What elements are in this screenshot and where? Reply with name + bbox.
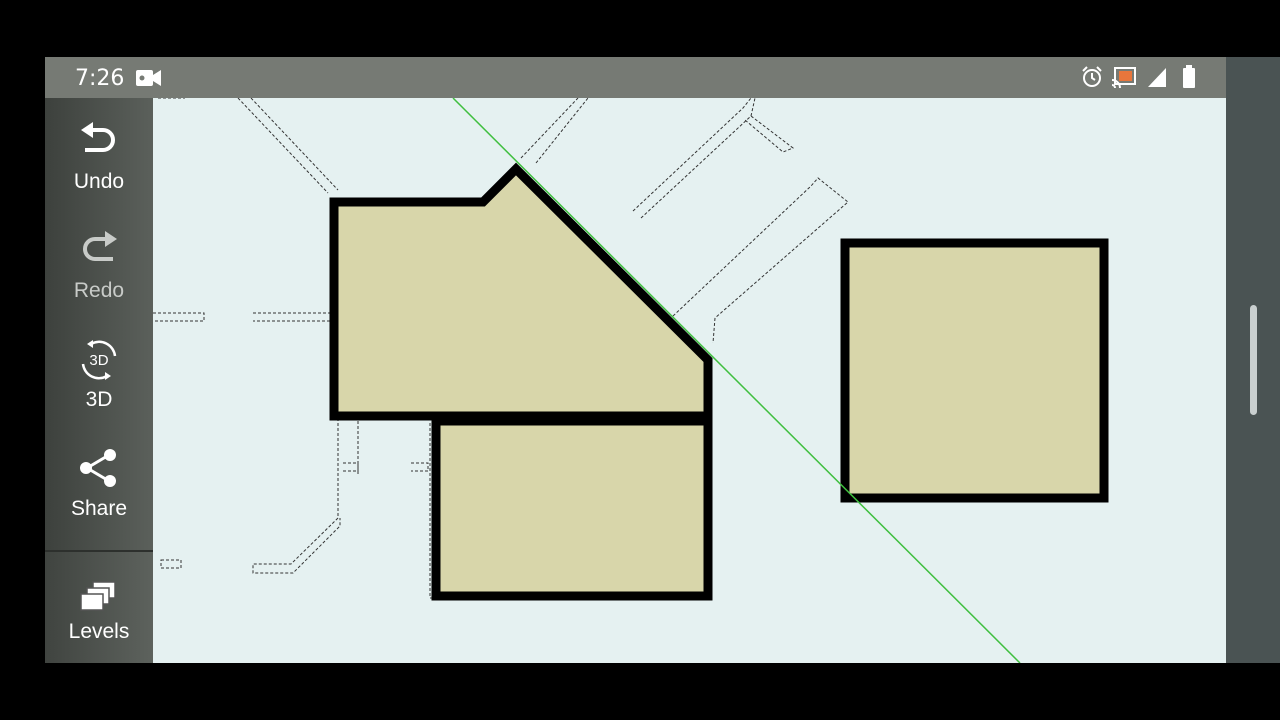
room-right[interactable] <box>840 238 1109 503</box>
right-side-panel <box>1226 57 1280 663</box>
floor-plan-canvas[interactable] <box>153 98 1226 663</box>
share-icon <box>80 449 116 487</box>
redo-label: Redo <box>73 279 125 302</box>
undo-icon <box>81 122 115 152</box>
status-time: 7:26 <box>75 66 125 91</box>
battery-icon <box>1183 65 1195 88</box>
redo-button[interactable]: Redo <box>45 215 153 315</box>
status-bar: 7:26 <box>45 57 1226 98</box>
alarm-icon <box>1082 66 1102 87</box>
cast-icon <box>1111 67 1136 89</box>
undo-label: Undo <box>73 170 125 193</box>
share-button[interactable]: Share <box>45 433 153 533</box>
room-lower[interactable] <box>431 416 713 601</box>
side-toolbar: Undo Redo 3D 3D Share Levels <box>45 98 153 663</box>
svg-text:3D: 3D <box>89 352 108 369</box>
3d-view-button[interactable]: 3D 3D <box>45 324 153 424</box>
undo-button[interactable]: Undo <box>45 106 153 206</box>
app-window: 7:26 Undo Redo 3D 3D Share Levels <box>45 57 1226 663</box>
levels-button[interactable]: Levels <box>45 564 153 663</box>
levels-label: Levels <box>68 620 130 643</box>
scrollbar-thumb[interactable] <box>1250 305 1257 415</box>
3d-label: 3D <box>85 388 113 411</box>
redo-icon <box>83 231 117 261</box>
video-camera-icon <box>136 70 161 86</box>
3d-rotate-icon: 3D <box>81 340 117 380</box>
signal-icon <box>1148 68 1166 87</box>
levels-panel: Levels <box>45 550 153 663</box>
layers-icon <box>80 581 116 611</box>
share-label: Share <box>70 497 128 520</box>
